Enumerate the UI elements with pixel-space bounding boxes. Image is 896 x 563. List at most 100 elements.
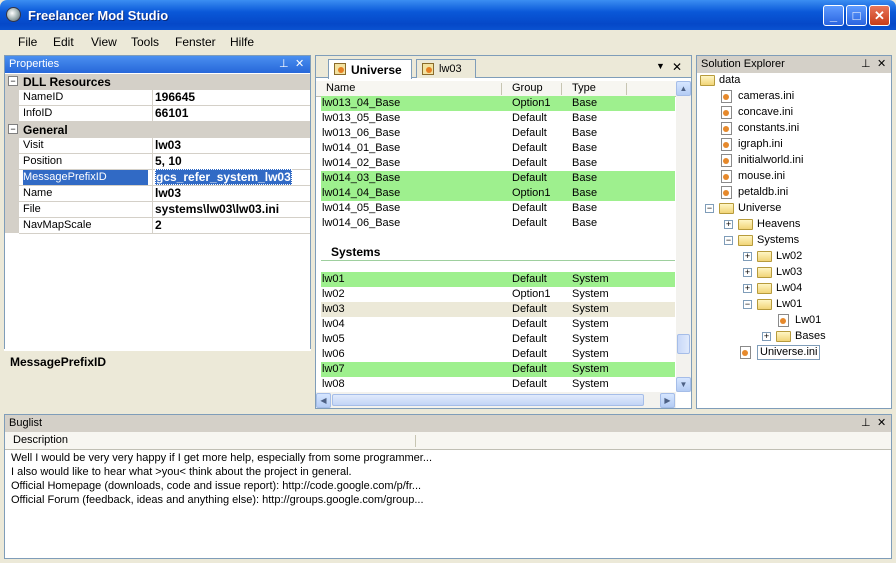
property-value[interactable]: 2 [152, 218, 310, 233]
tree-node[interactable]: Lw04 [776, 281, 802, 296]
collapse-icon[interactable]: − [743, 300, 752, 309]
tree-node[interactable]: Lw02 [776, 249, 802, 264]
property-value[interactable]: lw03 [152, 186, 310, 201]
collapse-icon[interactable]: − [724, 236, 733, 245]
expand-icon[interactable]: + [743, 268, 752, 277]
tree-node[interactable]: Bases [795, 329, 826, 344]
tree-node[interactable]: igraph.ini [738, 137, 783, 152]
tab-universe[interactable]: Universe [328, 59, 412, 79]
property-value[interactable]: systems\lw03\lw03.ini [152, 202, 310, 217]
vertical-scroll-thumb[interactable] [677, 334, 690, 354]
expand-icon[interactable]: + [762, 332, 771, 341]
tree-node[interactable]: petaldb.ini [738, 185, 788, 200]
tree-node[interactable]: mouse.ini [738, 169, 785, 184]
collapse-icon[interactable]: − [8, 76, 18, 86]
property-value[interactable]: 66101 [152, 106, 310, 121]
table-row[interactable]: lw02 Option1 System [321, 287, 675, 302]
collapse-icon[interactable]: − [8, 124, 18, 134]
maximize-button[interactable]: □ [846, 5, 867, 26]
table-row[interactable]: lw03 Default System [321, 302, 675, 317]
table-row[interactable]: lw013_06_Base Default Base [321, 126, 675, 141]
tree-node[interactable]: data [719, 73, 740, 88]
tree-node[interactable]: Systems [757, 233, 799, 248]
property-row-selected[interactable]: MessagePrefixID gcs_refer_system_lw03 [19, 169, 310, 186]
collapse-icon[interactable]: − [705, 204, 714, 213]
menu-tools[interactable]: Tools [131, 35, 159, 49]
table-row[interactable]: lw013_04_Base Option1 Base [321, 96, 675, 111]
tree-node[interactable]: Universe.ini [757, 345, 821, 360]
category-general[interactable]: − General [5, 122, 310, 138]
tree-node[interactable]: concave.ini [738, 105, 793, 120]
table-row[interactable]: lw05 Default System [321, 332, 675, 347]
table-row[interactable]: lw04 Default System [321, 317, 675, 332]
table-row[interactable]: lw08 Default System [321, 377, 675, 392]
menu-view[interactable]: View [91, 35, 117, 49]
buglist-item[interactable]: Well I would be very very happy if I get… [11, 452, 432, 464]
property-row[interactable]: InfoID 66101 [19, 106, 310, 122]
property-value[interactable]: 5, 10 [152, 154, 310, 169]
table-row[interactable]: lw014_05_Base Default Base [321, 201, 675, 216]
scroll-up-icon[interactable]: ▲ [676, 81, 691, 96]
property-row[interactable]: NavMapScale 2 [19, 218, 310, 234]
buglist-item[interactable]: I also would like to hear what >you< thi… [11, 466, 352, 478]
table-row[interactable]: lw014_02_Base Default Base [321, 156, 675, 171]
menu-edit[interactable]: Edit [53, 35, 74, 49]
property-value-text[interactable]: gcs_refer_system_lw03 [155, 169, 292, 185]
close-icon[interactable]: ✕ [877, 416, 886, 429]
horizontal-scrollbar[interactable]: ◀ ▶ [316, 392, 676, 408]
close-icon[interactable]: ✕ [877, 57, 886, 70]
property-row[interactable]: Position 5, 10 [19, 154, 310, 170]
scroll-left-icon[interactable]: ◀ [316, 393, 331, 408]
tree-node[interactable]: initialworld.ini [738, 153, 803, 168]
property-row[interactable]: Name lw03 [19, 186, 310, 202]
column-name[interactable]: Name [326, 82, 355, 94]
property-value[interactable]: gcs_refer_system_lw03 [152, 169, 310, 185]
scroll-down-icon[interactable]: ▼ [676, 377, 691, 392]
buglist-item[interactable]: Official Forum (feedback, ideas and anyt… [11, 494, 424, 506]
table-row[interactable]: lw014_03_Base Default Base [321, 171, 675, 186]
table-row[interactable]: lw07 Default System [321, 362, 675, 377]
tree-node[interactable]: Universe [738, 201, 781, 216]
column-description[interactable]: Description [13, 434, 68, 446]
buglist-item[interactable]: Official Homepage (downloads, code and i… [11, 480, 421, 492]
tree-node[interactable]: Lw03 [776, 265, 802, 280]
table-row[interactable]: lw014_04_Base Option1 Base [321, 186, 675, 201]
expand-icon[interactable]: + [743, 284, 752, 293]
tree-node[interactable]: cameras.ini [738, 89, 794, 104]
tree-node[interactable]: constants.ini [738, 121, 799, 136]
tree-node[interactable]: Lw01 [795, 313, 821, 328]
tree-node[interactable]: Heavens [757, 217, 800, 232]
menu-fenster[interactable]: Fenster [175, 35, 216, 49]
property-value[interactable]: 196645 [152, 90, 310, 105]
tree-node[interactable]: Lw01 [776, 297, 802, 312]
property-row[interactable]: Visit lw03 [19, 138, 310, 154]
close-document-icon[interactable]: ✕ [672, 60, 682, 74]
close-button[interactable]: ✕ [869, 5, 890, 26]
tab-lw03[interactable]: lw03 [416, 59, 476, 78]
table-row[interactable]: lw06 Default System [321, 347, 675, 362]
column-type[interactable]: Type [572, 82, 596, 94]
menu-file[interactable]: File [18, 35, 37, 49]
property-row[interactable]: File systems\lw03\lw03.ini [19, 202, 310, 218]
ini-file-icon [721, 154, 732, 167]
pin-icon[interactable]: ⊥ [279, 57, 289, 70]
property-row[interactable]: NameID 196645 [19, 90, 310, 106]
expand-icon[interactable]: + [724, 220, 733, 229]
minimize-button[interactable]: _ [823, 5, 844, 26]
menu-hilfe[interactable]: Hilfe [230, 35, 254, 49]
tab-list-dropdown-icon[interactable]: ▼ [656, 61, 665, 71]
table-row[interactable]: lw013_05_Base Default Base [321, 111, 675, 126]
horizontal-scroll-thumb[interactable] [332, 394, 644, 406]
close-icon[interactable]: ✕ [295, 57, 304, 70]
pin-icon[interactable]: ⊥ [861, 416, 871, 429]
table-row[interactable]: lw01 Default System [321, 272, 675, 287]
table-row[interactable]: lw014_06_Base Default Base [321, 216, 675, 231]
table-row[interactable]: lw014_01_Base Default Base [321, 141, 675, 156]
category-dll-resources[interactable]: − DLL Resources [5, 74, 310, 90]
property-value[interactable]: lw03 [152, 138, 310, 153]
scroll-right-icon[interactable]: ▶ [660, 393, 675, 408]
expand-icon[interactable]: + [743, 252, 752, 261]
column-group[interactable]: Group [512, 82, 543, 94]
pin-icon[interactable]: ⊥ [861, 57, 871, 70]
vertical-scrollbar[interactable]: ▲ ▼ [676, 81, 691, 392]
